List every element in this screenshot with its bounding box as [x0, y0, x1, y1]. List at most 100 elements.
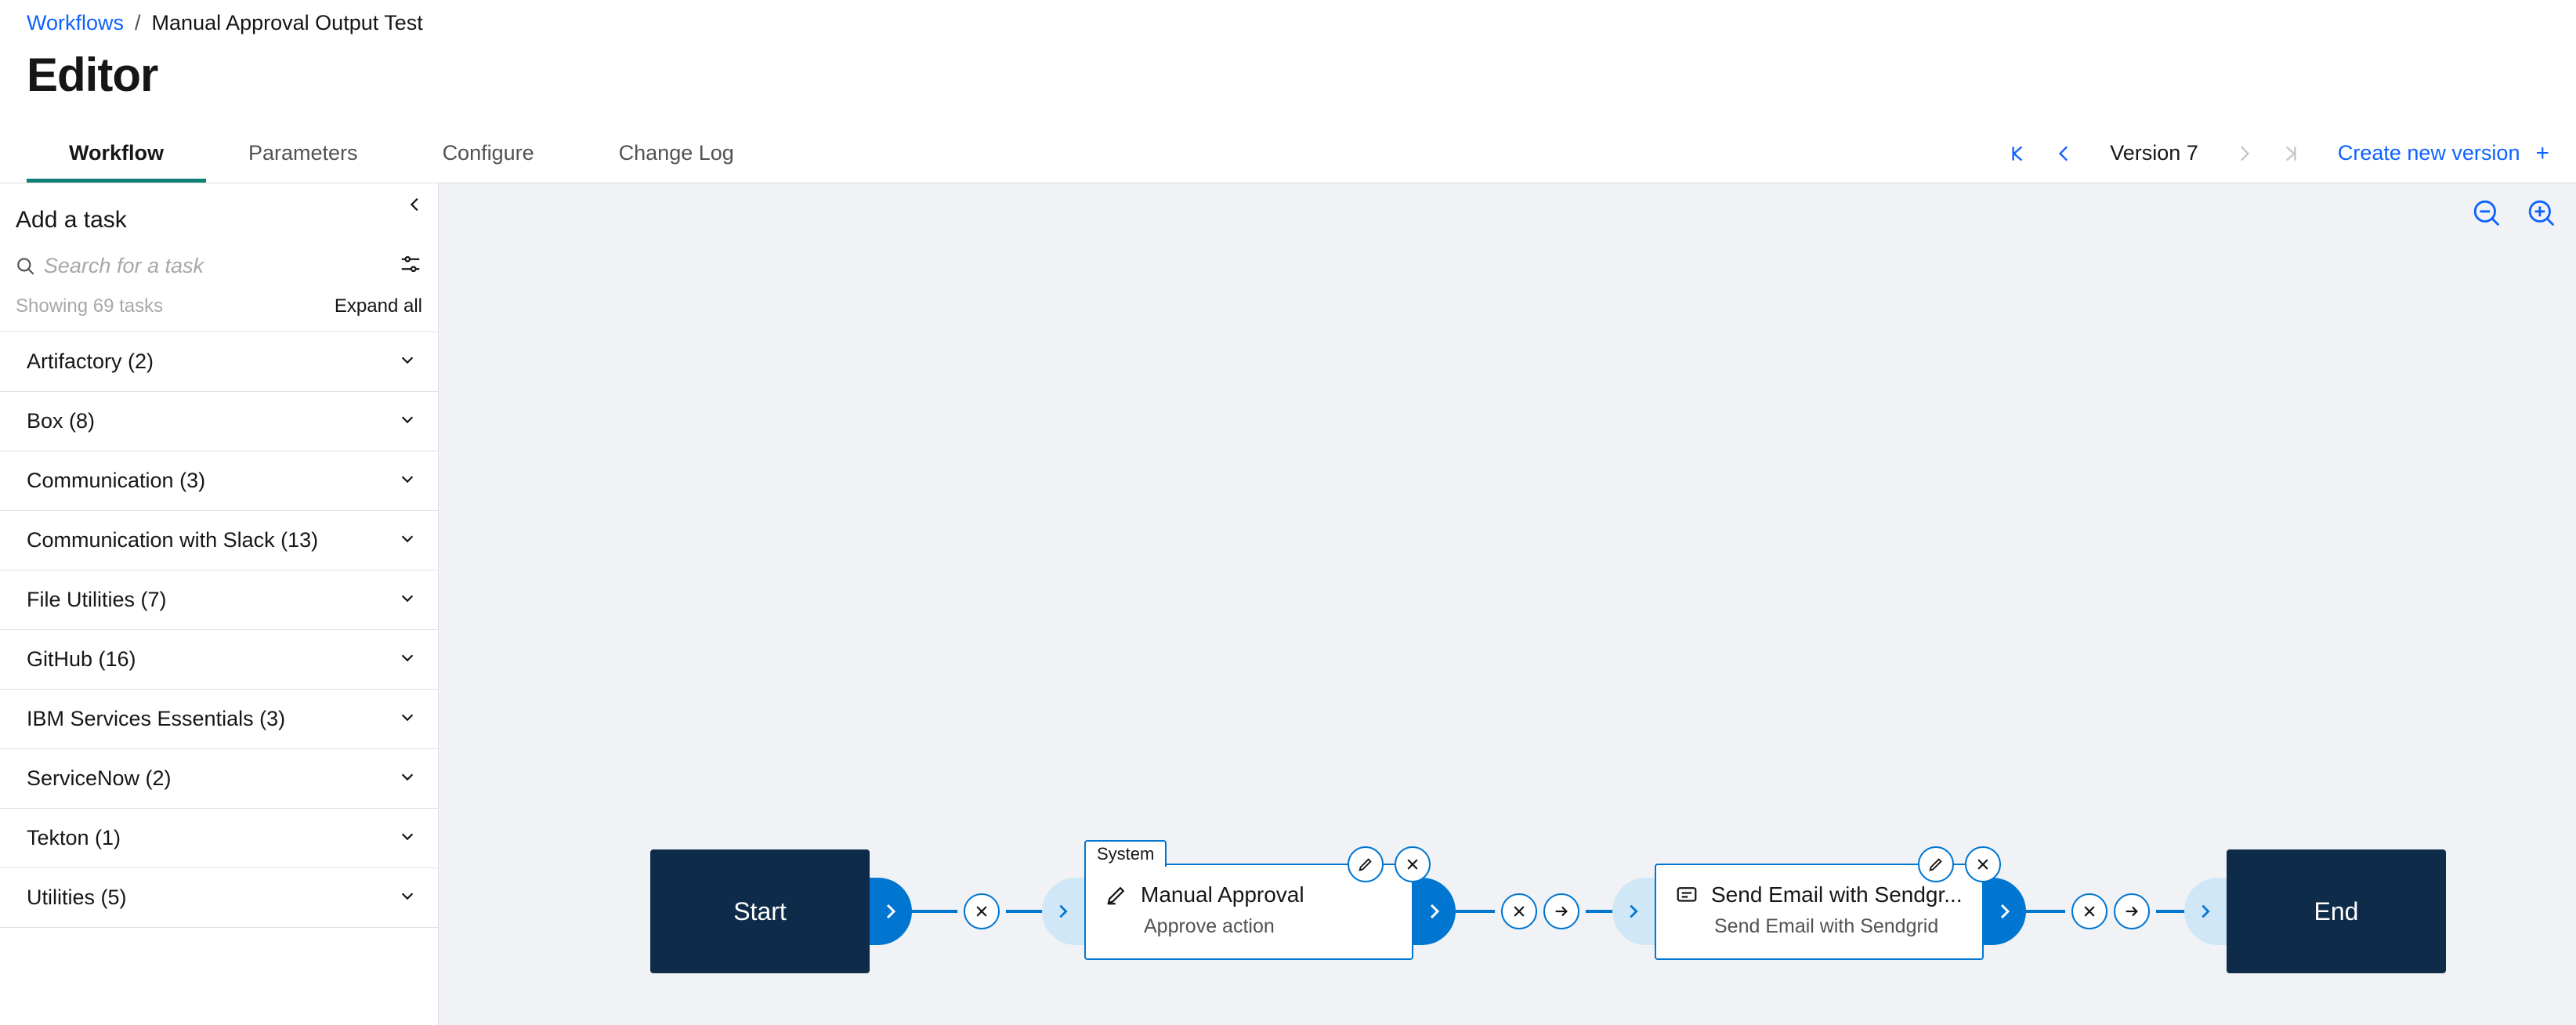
- chevron-left-icon: [2054, 143, 2075, 164]
- node-edit-button[interactable]: [1918, 846, 1954, 882]
- tab-configure[interactable]: Configure: [400, 124, 577, 183]
- close-icon: [974, 904, 990, 919]
- task-subtitle: Send Email with Sendgrid: [1675, 915, 1963, 938]
- link-delete-button[interactable]: [1501, 893, 1537, 929]
- category-item[interactable]: IBM Services Essentials (3): [0, 690, 438, 749]
- chevron-right-icon: [2197, 903, 2214, 920]
- category-label: Tekton (1): [27, 826, 121, 850]
- close-icon: [1975, 857, 1991, 872]
- filter-button[interactable]: [399, 252, 422, 280]
- tab-change-log[interactable]: Change Log: [577, 124, 776, 183]
- start-node[interactable]: Start: [650, 849, 870, 973]
- chevron-down-icon: [399, 886, 416, 910]
- version-label: Version 7: [2096, 141, 2212, 165]
- breadcrumb: Workflows / Manual Approval Output Test: [27, 11, 2549, 35]
- category-item[interactable]: Tekton (1): [0, 809, 438, 868]
- chevron-down-icon: [399, 707, 416, 731]
- close-icon: [1405, 857, 1420, 872]
- node-delete-button[interactable]: [1395, 846, 1431, 882]
- category-item[interactable]: Artifactory (2): [0, 332, 438, 392]
- task-subtitle: Approve action: [1105, 915, 1393, 938]
- arrow-right-icon: [2123, 903, 2140, 920]
- plus-icon: +: [2535, 140, 2549, 167]
- category-label: Box (8): [27, 409, 95, 433]
- chevron-right-icon: [2234, 143, 2254, 164]
- sidebar-title: Add a task: [0, 183, 438, 249]
- node2-output-port[interactable]: [1984, 878, 2026, 945]
- end-input-port[interactable]: [2184, 878, 2227, 945]
- close-icon: [2082, 904, 2097, 919]
- node2-input-port[interactable]: [1612, 878, 1655, 945]
- link-delete-button[interactable]: [964, 893, 1000, 929]
- version-next-button[interactable]: [2228, 138, 2259, 169]
- start-output-port[interactable]: [870, 878, 912, 945]
- link-condition-button[interactable]: [1543, 893, 1579, 929]
- link-condition-button[interactable]: [2114, 893, 2150, 929]
- category-item[interactable]: Communication (3): [0, 451, 438, 511]
- category-label: ServiceNow (2): [27, 766, 172, 791]
- task-title: Send Email with Sendgr...: [1711, 882, 1963, 907]
- tab-parameters[interactable]: Parameters: [206, 124, 400, 183]
- pencil-icon: [1105, 883, 1128, 907]
- chevron-right-icon: [1425, 902, 1444, 921]
- tab-bar: Workflow Parameters Configure Change Log…: [0, 124, 2576, 183]
- chevron-down-icon: [399, 350, 416, 374]
- category-label: Artifactory (2): [27, 350, 154, 374]
- sidebar-collapse-button[interactable]: [403, 193, 427, 216]
- category-label: Utilities (5): [27, 886, 127, 910]
- chevron-right-icon: [1625, 903, 1642, 920]
- workflow-canvas[interactable]: Start System: [439, 183, 2576, 1025]
- chevron-right-icon: [1995, 902, 2014, 921]
- chevron-down-icon: [399, 469, 416, 493]
- skip-end-icon: [2281, 143, 2301, 164]
- version-first-button[interactable]: [2002, 138, 2033, 169]
- version-last-button[interactable]: [2275, 138, 2306, 169]
- node-delete-button[interactable]: [1965, 846, 2001, 882]
- tab-workflow[interactable]: Workflow: [27, 124, 206, 183]
- node-edit-button[interactable]: [1348, 846, 1384, 882]
- task-node-send-email[interactable]: Send Email with Sendgr... Send Email wit…: [1655, 864, 1984, 960]
- task-count-label: Showing 69 tasks: [16, 295, 163, 317]
- category-item[interactable]: Utilities (5): [0, 868, 438, 928]
- close-icon: [1511, 904, 1527, 919]
- version-nav: Version 7: [2002, 138, 2306, 169]
- chevron-down-icon: [399, 647, 416, 672]
- category-label: File Utilities (7): [27, 588, 167, 612]
- chevron-right-icon: [881, 902, 900, 921]
- end-node[interactable]: End: [2227, 849, 2446, 973]
- category-item[interactable]: Communication with Slack (13): [0, 511, 438, 570]
- category-item[interactable]: Box (8): [0, 392, 438, 451]
- workflow-flow: Start System: [650, 849, 2446, 973]
- search-input[interactable]: [44, 254, 389, 278]
- breadcrumb-separator: /: [135, 11, 141, 35]
- link-delete-button[interactable]: [2071, 893, 2107, 929]
- zoom-in-button[interactable]: [2527, 199, 2557, 233]
- category-item[interactable]: ServiceNow (2): [0, 749, 438, 809]
- skip-start-icon: [2007, 143, 2028, 164]
- message-icon: [1675, 883, 1699, 907]
- version-prev-button[interactable]: [2049, 138, 2080, 169]
- create-version-button[interactable]: Create new version +: [2338, 140, 2549, 167]
- task-node-manual-approval[interactable]: System Manual Approval Approve action: [1084, 864, 1413, 960]
- expand-all-button[interactable]: Expand all: [335, 295, 422, 317]
- pencil-icon: [1357, 856, 1374, 873]
- chevron-down-icon: [399, 528, 416, 552]
- category-label: Communication with Slack (13): [27, 528, 318, 552]
- pencil-icon: [1927, 856, 1945, 873]
- breadcrumb-root-link[interactable]: Workflows: [27, 11, 124, 35]
- breadcrumb-current: Manual Approval Output Test: [152, 11, 423, 35]
- task-title: Manual Approval: [1141, 882, 1304, 907]
- category-item[interactable]: File Utilities (7): [0, 570, 438, 630]
- chevron-right-icon: [1055, 903, 1072, 920]
- category-item[interactable]: GitHub (16): [0, 630, 438, 690]
- node1-input-port[interactable]: [1042, 878, 1084, 945]
- task-tag: System: [1084, 840, 1167, 867]
- chevron-down-icon: [399, 826, 416, 850]
- zoom-out-icon: [2473, 199, 2502, 229]
- sliders-icon: [399, 252, 422, 276]
- zoom-out-button[interactable]: [2473, 199, 2502, 233]
- node1-output-port[interactable]: [1413, 878, 1456, 945]
- search-icon: [16, 255, 36, 277]
- category-label: Communication (3): [27, 469, 205, 493]
- chevron-down-icon: [399, 409, 416, 433]
